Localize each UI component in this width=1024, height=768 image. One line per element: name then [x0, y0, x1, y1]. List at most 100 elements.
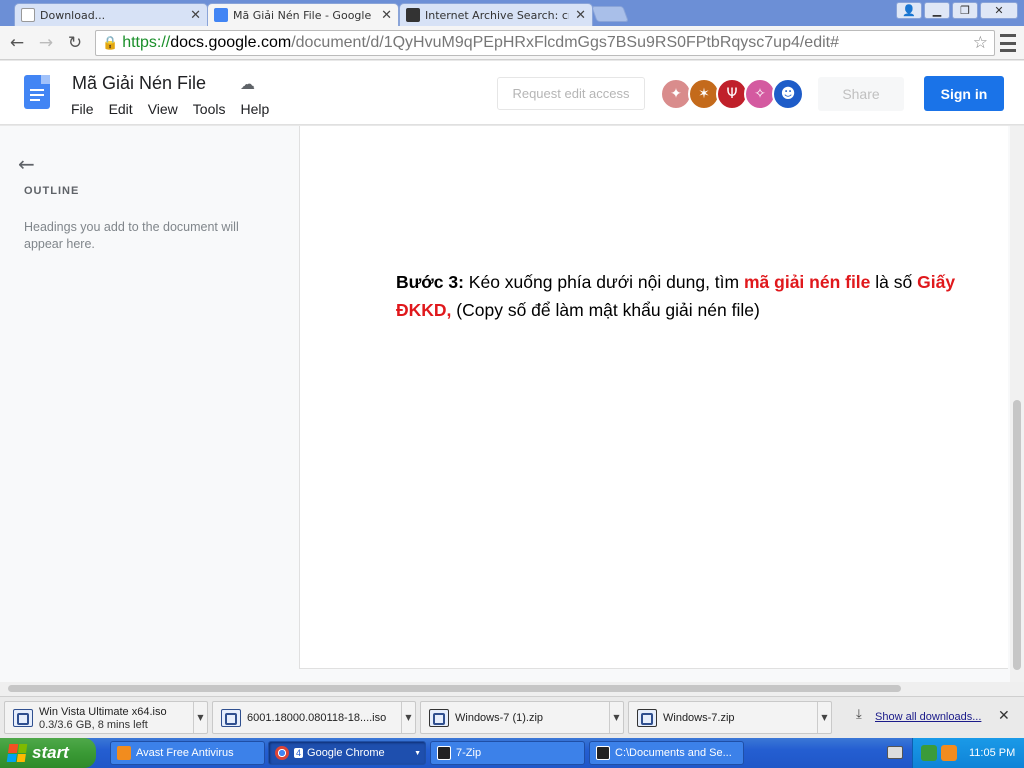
- taskbar-item-label: 7-Zip: [456, 747, 482, 759]
- system-tray: 11:05 PM: [912, 738, 1024, 768]
- document-page[interactable]: Bước 3: Kéo xuống phía dưới nội dung, tì…: [299, 126, 1008, 669]
- restore-button[interactable]: ❐: [952, 2, 978, 19]
- chevron-down-icon[interactable]: ▼: [817, 702, 831, 733]
- vertical-scrollbar[interactable]: [1010, 126, 1024, 682]
- highlight-text: mã giải nén file: [743, 272, 871, 292]
- window-controls: 👤 ▁ ❐ ✕: [896, 2, 1018, 19]
- request-edit-access-button[interactable]: Request edit access: [497, 77, 645, 110]
- 7zip-icon: [637, 708, 657, 727]
- start-label: start: [32, 743, 69, 762]
- download-item[interactable]: Win Vista Ultimate x64.iso 0.3/3.6 GB, 8…: [4, 701, 208, 734]
- archive-icon: [406, 8, 420, 22]
- window-count-badge: 4: [294, 748, 304, 758]
- share-button[interactable]: Share: [818, 77, 904, 111]
- download-status: 0.3/3.6 GB, 8 mins left: [39, 718, 148, 731]
- bookmark-star-icon[interactable]: ☆: [973, 33, 988, 53]
- cloud-saved-icon[interactable]: ☁: [240, 75, 255, 93]
- menu-help[interactable]: Help: [240, 101, 269, 117]
- reload-button[interactable]: ↻: [64, 32, 86, 54]
- download-item[interactable]: Windows-7.zip ▼: [628, 701, 832, 734]
- keyboard-icon[interactable]: [887, 746, 903, 759]
- document-title[interactable]: Mã Giải Nén File: [72, 73, 206, 94]
- highlight-text: Giấy: [917, 272, 956, 292]
- tab-label: Internet Archive Search: cre: [425, 8, 570, 22]
- close-icon[interactable]: ✕: [381, 8, 392, 23]
- sign-in-button[interactable]: Sign in: [924, 76, 1004, 111]
- download-shelf: Win Vista Ultimate x64.iso 0.3/3.6 GB, 8…: [0, 696, 1024, 738]
- chevron-down-icon[interactable]: ▼: [609, 702, 623, 733]
- iso-icon: [13, 708, 33, 727]
- arrow-left-icon[interactable]: ←: [18, 152, 35, 176]
- highlight-text: ĐKKD,: [396, 300, 452, 320]
- menu-file[interactable]: File: [71, 101, 94, 117]
- outline-panel: ← OUTLINE Headings you add to the docume…: [0, 126, 298, 682]
- download-filename: 6001.18000.080118-18....iso: [247, 711, 387, 724]
- chevron-down-icon[interactable]: ▼: [401, 702, 415, 733]
- animal-avatar-icon[interactable]: ☻: [772, 78, 804, 110]
- outline-hint: Headings you add to the document will ap…: [24, 220, 239, 251]
- taskbar-item-label: Avast Free Antivirus: [136, 747, 234, 759]
- forward-button[interactable]: →: [35, 32, 57, 54]
- tab-label: Download...: [40, 8, 106, 22]
- horizontal-scrollbar[interactable]: [0, 682, 1024, 696]
- avast-icon: [117, 746, 131, 760]
- minimize-button[interactable]: ▁: [924, 2, 950, 19]
- google-docs-icon: [214, 8, 228, 22]
- close-icon[interactable]: ✕: [190, 8, 201, 23]
- download-filename: Windows-7 (1).zip: [455, 711, 544, 724]
- url-path: /document/d/1QyHvuM9qPEpHRxFlcdmGgs7BSu9…: [291, 34, 839, 51]
- lock-icon: 🔒: [102, 35, 119, 50]
- close-window-button[interactable]: ✕: [980, 2, 1018, 19]
- document-paragraph: Bước 3: Kéo xuống phía dưới nội dung, tì…: [396, 268, 1008, 324]
- chevron-down-icon: ▼: [414, 749, 421, 757]
- paragraph-text: Kéo xuống phía dưới nội dung, tìm: [468, 272, 740, 292]
- menu-tools[interactable]: Tools: [193, 101, 226, 117]
- taskbar-item-label: Google Chrome: [307, 747, 385, 759]
- close-icon[interactable]: ✕: [575, 8, 586, 23]
- start-button[interactable]: start: [0, 738, 96, 768]
- 7zip-icon: [437, 746, 451, 760]
- scrollbar-thumb[interactable]: [1013, 400, 1021, 670]
- download-item[interactable]: Windows-7 (1).zip ▼: [420, 701, 624, 734]
- clock: 11:05 PM: [969, 747, 1016, 759]
- address-bar[interactable]: 🔒 https:// docs.google.com /document/d/1…: [95, 30, 995, 56]
- windows-taskbar: start Avast Free Antivirus 4 Google Chro…: [0, 738, 1024, 768]
- network-icon[interactable]: [921, 745, 937, 761]
- chrome-menu-icon[interactable]: [1000, 34, 1016, 52]
- chevron-down-icon[interactable]: ▼: [193, 702, 207, 733]
- user-icon[interactable]: 👤: [896, 2, 922, 19]
- scrollbar-thumb[interactable]: [8, 685, 901, 692]
- viewer-avatars: ✦ ✶ Ψ ✧ ☻: [660, 78, 804, 110]
- docs-header: Mã Giải Nén File ☁ File Edit View Tools …: [0, 61, 1024, 125]
- show-all-downloads-link[interactable]: Show all downloads...: [875, 711, 981, 723]
- new-tab-button[interactable]: [591, 6, 629, 22]
- download-item[interactable]: 6001.18000.080118-18....iso ▼: [212, 701, 416, 734]
- iso-icon: [221, 708, 241, 727]
- 7zip-icon: [429, 708, 449, 727]
- folder-icon: [596, 746, 610, 760]
- paragraph-text: (Copy số để làm mật khẩu giải nén file): [456, 300, 760, 320]
- back-button[interactable]: ←: [6, 32, 28, 54]
- download-filename: Win Vista Ultimate x64.iso: [39, 705, 167, 718]
- tab-internet-archive[interactable]: Internet Archive Search: cre ✕: [399, 3, 593, 26]
- tab-label: Mã Giải Nén File - Google Doc: [233, 8, 375, 22]
- url-scheme: https://: [122, 34, 171, 51]
- windows-logo-icon: [6, 744, 28, 762]
- browser-tab-strip: Download... ✕ Mã Giải Nén File - Google …: [0, 0, 1024, 26]
- download-filename: Windows-7.zip: [663, 711, 735, 724]
- taskbar-item-explorer[interactable]: C:\Documents and Se...: [589, 741, 744, 765]
- browser-toolbar: ← → ↻ 🔒 https:// docs.google.com /docume…: [0, 26, 1024, 60]
- tab-downloads[interactable]: Download... ✕: [14, 3, 208, 26]
- menu-view[interactable]: View: [148, 101, 178, 117]
- avast-tray-icon[interactable]: [941, 745, 957, 761]
- download-icon: ⤓: [856, 707, 862, 722]
- taskbar-item-chrome[interactable]: 4 Google Chrome ▼: [268, 741, 426, 765]
- close-icon[interactable]: ✕: [998, 708, 1010, 724]
- taskbar-item-avast[interactable]: Avast Free Antivirus: [110, 741, 265, 765]
- tab-google-docs[interactable]: Mã Giải Nén File - Google Doc ✕: [207, 3, 399, 26]
- google-docs-logo-icon[interactable]: [24, 75, 50, 109]
- taskbar-item-7zip[interactable]: 7-Zip: [430, 741, 585, 765]
- page-icon: [21, 8, 35, 22]
- menu-edit[interactable]: Edit: [109, 101, 133, 117]
- step-label: Bước 3:: [396, 272, 464, 292]
